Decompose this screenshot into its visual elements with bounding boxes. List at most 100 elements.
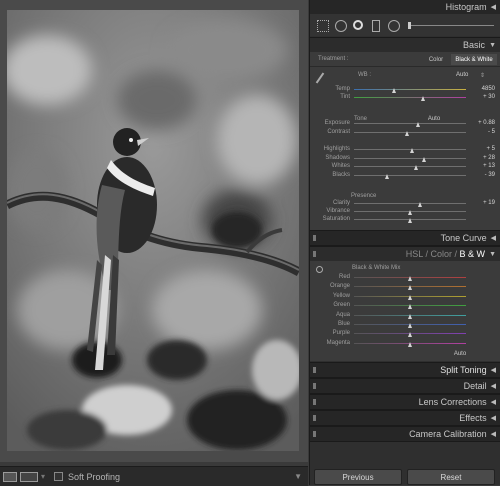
panel-switch-icon[interactable] bbox=[313, 383, 316, 389]
slider-track[interactable] bbox=[354, 203, 466, 204]
presence-label: Presence bbox=[351, 193, 377, 199]
slider-label: Saturation bbox=[322, 216, 350, 222]
tab-color[interactable]: Color bbox=[430, 249, 452, 259]
slider-thumb[interactable] bbox=[407, 285, 412, 291]
wb-value-select[interactable]: Auto bbox=[456, 72, 468, 78]
slider-label: Shadows bbox=[325, 155, 350, 161]
slider-label: Vibrance bbox=[326, 208, 350, 214]
bw-mix-title: Black & White Mix bbox=[352, 265, 401, 271]
camera-calibration-section-header[interactable]: Camera Calibration ◀ bbox=[310, 426, 500, 442]
histogram-section-header[interactable]: Histogram ◀ bbox=[310, 0, 500, 15]
slider-thumb[interactable] bbox=[407, 332, 412, 338]
slider-value[interactable]: + 19 bbox=[473, 200, 495, 206]
panel-switch-icon[interactable] bbox=[313, 415, 316, 421]
slider-thumb[interactable] bbox=[407, 313, 412, 319]
bird-photo-image bbox=[7, 10, 299, 451]
reset-button[interactable]: Reset bbox=[407, 469, 495, 485]
slider-label: Exposure bbox=[324, 120, 350, 126]
slider-label: Green bbox=[333, 302, 350, 309]
slider-thumb[interactable] bbox=[391, 88, 396, 93]
tab-hsl[interactable]: HSL bbox=[406, 249, 423, 259]
slider-thumb[interactable] bbox=[405, 131, 410, 136]
slider-label: Tint bbox=[340, 94, 350, 100]
hsl-section-header[interactable]: HSL / Color / B & W ▼ bbox=[310, 246, 500, 262]
slider-label: Blacks bbox=[332, 172, 350, 178]
radial-filter-icon[interactable] bbox=[388, 20, 400, 32]
panel-switch-icon[interactable] bbox=[313, 399, 316, 405]
slider-label: Red bbox=[338, 274, 350, 280]
lens-corrections-section-header[interactable]: Lens Corrections ◀ bbox=[310, 394, 500, 410]
panel-switch-icon[interactable] bbox=[313, 235, 316, 241]
slider-thumb[interactable] bbox=[385, 174, 390, 179]
slider-value[interactable]: 4850 bbox=[473, 86, 495, 92]
loupe-view-icon[interactable] bbox=[3, 471, 17, 482]
treatment-label: Treatment : bbox=[318, 56, 349, 62]
slider-track[interactable] bbox=[354, 166, 466, 167]
tone-curve-title: Tone Curve bbox=[440, 233, 487, 243]
image-canvas-area[interactable] bbox=[0, 0, 308, 462]
slider-thumb[interactable] bbox=[407, 276, 412, 281]
detail-section-header[interactable]: Detail ◀ bbox=[310, 378, 500, 394]
slider-value[interactable]: + 0.88 bbox=[473, 120, 495, 126]
slider-track[interactable] bbox=[354, 123, 466, 124]
white-balance-eyedropper-icon[interactable] bbox=[315, 72, 325, 84]
slider-thumb[interactable] bbox=[420, 96, 425, 101]
treatment-bw-button[interactable]: Black & White bbox=[451, 54, 497, 65]
view-mode-chevron-icon[interactable]: ▾ bbox=[41, 472, 45, 481]
soft-proofing-label: Soft Proofing bbox=[68, 471, 121, 482]
red-eye-icon[interactable] bbox=[353, 20, 363, 30]
toolbar-menu-chevron-icon[interactable]: ▼ bbox=[294, 472, 302, 481]
split-toning-section-header[interactable]: Split Toning ◀ bbox=[310, 362, 500, 378]
slider-track[interactable] bbox=[354, 158, 466, 159]
slider-thumb[interactable] bbox=[409, 148, 414, 153]
slider-thumb[interactable] bbox=[417, 202, 422, 207]
slider-track[interactable] bbox=[354, 97, 466, 98]
brush-size-track[interactable] bbox=[408, 25, 494, 26]
slider-value[interactable]: + 30 bbox=[473, 94, 495, 100]
slider-track[interactable] bbox=[354, 175, 466, 176]
slider-value[interactable]: + 13 bbox=[473, 163, 495, 169]
slider-value[interactable]: - 39 bbox=[473, 172, 495, 178]
bw-mix-auto-button[interactable]: Auto bbox=[448, 348, 472, 359]
slider-thumb[interactable] bbox=[422, 157, 427, 162]
collapse-triangle-icon: ◀ bbox=[490, 415, 496, 422]
panel-switch-icon[interactable] bbox=[313, 251, 316, 257]
slider-thumb[interactable] bbox=[407, 304, 412, 310]
basic-section-header[interactable]: Basic ▼ bbox=[310, 37, 500, 53]
adjustment-brush-icon[interactable] bbox=[408, 22, 411, 29]
tone-curve-section-header[interactable]: Tone Curve ◀ bbox=[310, 230, 500, 246]
tab-bw[interactable]: B & W bbox=[460, 249, 486, 259]
split-toning-title: Split Toning bbox=[440, 365, 487, 375]
effects-section-header[interactable]: Effects ◀ bbox=[310, 410, 500, 426]
bottom-toolbar: ▾ Soft Proofing ▼ bbox=[0, 466, 308, 486]
before-after-view-icon[interactable] bbox=[20, 471, 38, 482]
slider-thumb[interactable] bbox=[407, 218, 412, 223]
slider-thumb[interactable] bbox=[416, 122, 421, 127]
wb-chevron-icon[interactable]: ⇕ bbox=[480, 72, 485, 79]
slider-value[interactable]: - 5 bbox=[473, 129, 495, 135]
collapse-triangle-icon: ◀ bbox=[490, 399, 496, 406]
slider-value[interactable]: + 28 bbox=[473, 155, 495, 161]
photo-preview[interactable] bbox=[7, 10, 299, 451]
previous-button[interactable]: Previous bbox=[314, 469, 402, 485]
bw-mix-panel: Black & White Mix Auto Red Orange Yellow Gr… bbox=[310, 261, 500, 361]
panel-switch-icon[interactable] bbox=[313, 367, 316, 373]
slider-thumb[interactable] bbox=[407, 341, 412, 347]
crop-overlay-icon[interactable] bbox=[317, 20, 329, 32]
slider-value[interactable]: + 5 bbox=[473, 146, 495, 152]
slider-thumb[interactable] bbox=[407, 323, 412, 328]
soft-proofing-checkbox[interactable] bbox=[54, 472, 64, 481]
slider-track[interactable] bbox=[354, 132, 466, 133]
slider-thumb[interactable] bbox=[407, 210, 412, 215]
panel-switch-icon[interactable] bbox=[313, 431, 316, 437]
slider-track[interactable] bbox=[354, 89, 466, 90]
spot-removal-icon[interactable] bbox=[335, 20, 347, 32]
collapse-triangle-icon: ◀ bbox=[490, 4, 496, 11]
histogram-title: Histogram bbox=[445, 2, 487, 12]
targeted-adjustment-icon[interactable] bbox=[316, 266, 323, 273]
slider-thumb[interactable] bbox=[407, 294, 412, 300]
slider-thumb[interactable] bbox=[414, 165, 419, 170]
graduated-filter-icon[interactable] bbox=[372, 20, 380, 32]
expand-triangle-icon: ▼ bbox=[489, 250, 496, 258]
treatment-color-button[interactable]: Color bbox=[426, 54, 446, 65]
